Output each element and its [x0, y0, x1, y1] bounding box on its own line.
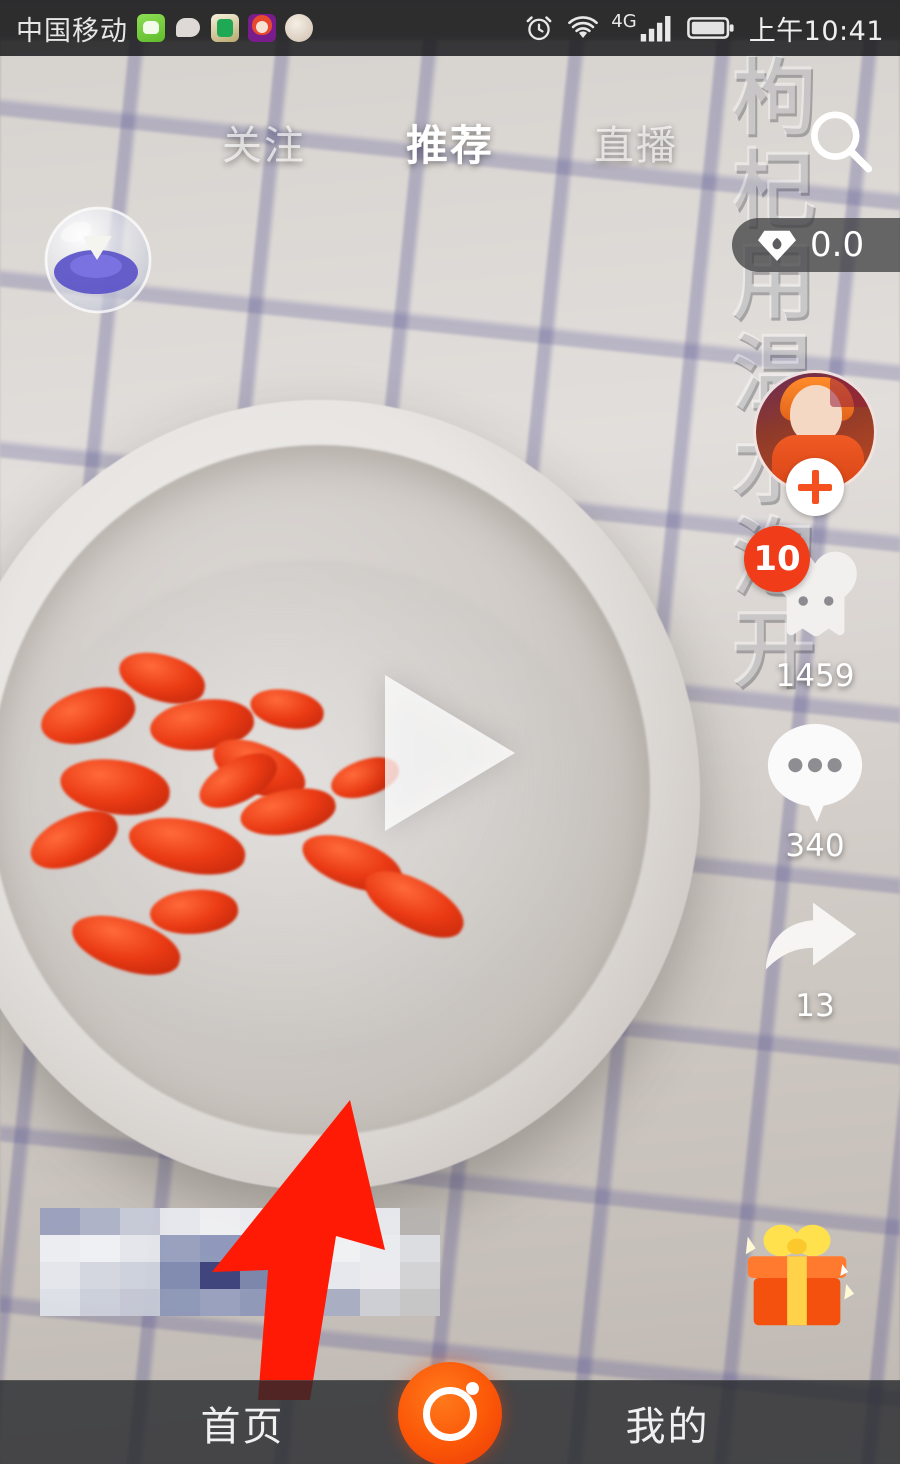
share-arrow-icon[interactable]	[754, 890, 876, 986]
bottom-nav-bar: 首页 我的	[0, 1362, 900, 1464]
camera-lens-ring	[423, 1387, 477, 1441]
clock-label: 上午10:41	[748, 15, 884, 47]
status-bar: 中国移动 4G 上午10:41	[0, 0, 900, 56]
tab-live[interactable]: 直播	[594, 113, 678, 171]
action-rail: 10 1459 340 13	[744, 370, 880, 1030]
nav-item-mine[interactable]: 我的	[455, 1394, 900, 1452]
tab-following[interactable]: 关注	[222, 113, 306, 171]
phone-screen: 枸杞用温水泡开 中国移动 4G 上午10:41 关注 推荐 直播 0.0 10 …	[0, 0, 900, 1464]
comment-bubble-icon[interactable]	[756, 720, 874, 826]
avatar-app-icon	[248, 14, 276, 42]
status-bar-right: 4G 上午10:41	[523, 9, 884, 48]
qq-icon	[211, 14, 239, 42]
gift-box-icon[interactable]	[732, 1216, 862, 1336]
chat-bubble-icon	[174, 14, 202, 42]
share-count: 13	[795, 988, 835, 1024]
search-icon[interactable]	[802, 104, 878, 180]
like-notification-badge: 10	[744, 526, 810, 592]
nav-item-home[interactable]: 首页	[0, 1394, 455, 1452]
alarm-clock-icon	[526, 16, 552, 41]
comment-button[interactable]: 340	[750, 720, 880, 864]
share-button[interactable]: 13	[750, 890, 880, 1024]
hot-score-value: 0.0	[810, 225, 865, 265]
battery-icon	[686, 17, 734, 39]
red-arrow-annotation	[212, 1100, 385, 1400]
hot-score-badge[interactable]: 0.0	[732, 218, 900, 272]
diamond-flame-icon	[758, 230, 796, 261]
follow-button[interactable]	[786, 458, 844, 516]
avatar-stamp	[830, 377, 872, 407]
network-type-label: 4G	[611, 11, 637, 32]
plus-icon-vertical	[811, 470, 819, 504]
like-button[interactable]: 10 1459	[744, 526, 880, 694]
wechat-icon	[137, 14, 165, 42]
tab-recommend[interactable]: 推荐	[406, 112, 494, 173]
like-count: 1459	[775, 658, 855, 694]
top-tab-bar: 关注 推荐 直播	[0, 96, 900, 188]
camera-flash-dot	[466, 1382, 479, 1395]
carrier-label: 中国移动	[16, 15, 128, 47]
author-avatar-button[interactable]	[750, 370, 880, 516]
comment-count: 340	[785, 828, 845, 864]
avatar-wrap[interactable]	[753, 370, 877, 516]
egg-app-icon	[285, 14, 313, 42]
status-bar-left: 中国移动	[16, 9, 313, 48]
diamond-ring-orb-icon[interactable]	[28, 200, 168, 320]
nav-mine-label: 我的	[625, 1403, 710, 1450]
signal-bars-icon	[640, 16, 671, 42]
camera-record-icon[interactable]	[398, 1362, 502, 1464]
nav-home-label: 首页	[200, 1403, 285, 1450]
wifi-icon	[568, 16, 599, 38]
